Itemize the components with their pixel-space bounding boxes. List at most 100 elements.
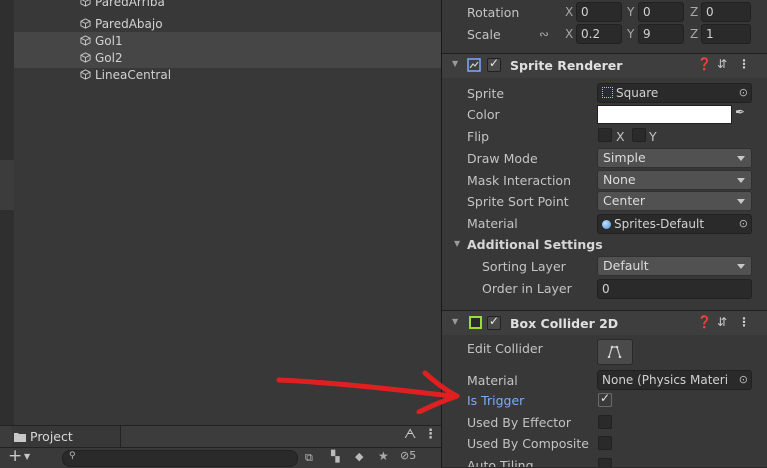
object-picker-icon[interactable]: ⊙: [739, 215, 748, 233]
mask-interaction-value: None: [603, 172, 636, 187]
dropdown-arrow-icon: [737, 178, 745, 183]
search-icon: ⚲: [69, 451, 76, 461]
filter-by-type-icon[interactable]: ⧉: [305, 451, 313, 465]
sprite-object-field[interactable]: Square ⊙: [597, 83, 752, 103]
dropdown-arrow-icon: [737, 199, 745, 204]
sprite-value: Square: [616, 86, 659, 100]
annotation-arrow: [276, 370, 460, 414]
sprite-asset-icon: [602, 87, 613, 98]
scale-z-field[interactable]: 1: [701, 24, 751, 44]
rotation-y-field[interactable]: 0: [638, 2, 684, 22]
hierarchy-item-label: Gol2: [95, 51, 123, 65]
sorting-layer-label: Sorting Layer: [482, 259, 566, 274]
tag-icon[interactable]: ◆: [355, 450, 363, 463]
rotation-x-field[interactable]: 0: [576, 2, 622, 22]
project-search-input[interactable]: ⚲: [62, 450, 298, 467]
presets-sliders-icon[interactable]: ⇵: [717, 57, 727, 71]
is-trigger-label: Is Trigger: [467, 393, 525, 408]
dropdown-arrow-icon: [737, 156, 745, 161]
hidden-packages-eye-icon[interactable]: ⊘5: [400, 449, 416, 462]
additional-settings-foldout[interactable]: Additional Settings: [467, 237, 603, 252]
star-icon[interactable]: ★: [378, 449, 389, 463]
hierarchy-item-label: ParedAbajo: [95, 17, 163, 31]
inspector-panel: Rotation X 0 Y 0 Z 0 Scale ∾ X 0.2 Y 9 Z…: [442, 0, 767, 467]
axis-x-label: X: [565, 27, 574, 41]
material-label: Material: [467, 216, 518, 231]
sorting-layer-dropdown[interactable]: Default: [597, 256, 752, 276]
kebab-menu-icon[interactable]: ⋮: [738, 57, 750, 71]
used-by-effector-checkbox[interactable]: [598, 415, 612, 429]
checkmark-icon: ✓: [600, 391, 611, 405]
box-collider-enabled-checkbox[interactable]: ✓: [487, 314, 501, 330]
chevron-down-icon[interactable]: ▼: [24, 452, 30, 461]
rotation-z-field[interactable]: 0: [701, 2, 751, 22]
used-by-effector-label: Used By Effector: [467, 415, 571, 430]
collider-material-value: None (Physics Materi: [602, 373, 729, 387]
color-swatch[interactable]: [597, 105, 732, 124]
mask-interaction-label: Mask Interaction: [467, 173, 571, 188]
tab-project[interactable]: Project: [12, 426, 121, 447]
sprite-sort-point-dropdown[interactable]: Center: [597, 191, 752, 211]
used-by-composite-checkbox[interactable]: [598, 436, 612, 450]
flip-y-checkbox[interactable]: [632, 128, 646, 142]
order-in-layer-field[interactable]: 0: [597, 279, 752, 299]
lock-icon[interactable]: ᗅ: [404, 427, 416, 442]
constrain-proportions-link-icon[interactable]: ∾: [539, 27, 549, 41]
sorting-layer-value: Default: [603, 258, 649, 273]
edit-collider-button[interactable]: [597, 339, 633, 365]
axis-x-label: X: [565, 5, 574, 19]
order-in-layer-label: Order in Layer: [482, 281, 572, 296]
flip-label: Flip: [467, 129, 490, 144]
eyedropper-icon[interactable]: ✒: [735, 105, 745, 119]
hierarchy-item[interactable]: Gol2: [80, 50, 123, 66]
object-picker-icon[interactable]: ⊙: [736, 371, 748, 389]
kebab-menu-icon[interactable]: ⋮: [738, 315, 750, 329]
hierarchy-item[interactable]: ParedAbajo: [80, 16, 163, 32]
hierarchy-gutter-highlight: [0, 160, 14, 210]
flip-y-label: Y: [649, 129, 657, 144]
checkmark-icon: ✓: [489, 56, 500, 70]
sprite-label: Sprite: [467, 86, 505, 101]
collider-material-field[interactable]: None (Physics Materi ⊙: [597, 370, 752, 390]
sprite-renderer-enabled-checkbox[interactable]: ✓: [487, 56, 501, 72]
scale-y-field[interactable]: 9: [638, 24, 684, 44]
draw-mode-value: Simple: [603, 150, 646, 165]
used-by-composite-label: Used By Composite: [467, 436, 589, 451]
gameobject-cube-icon: [80, 52, 91, 63]
auto-tiling-label: Auto Tiling: [467, 458, 534, 467]
box-collider-title: Box Collider 2D: [510, 316, 619, 331]
object-picker-icon[interactable]: ⊙: [739, 84, 748, 102]
sprite-renderer-icon: [467, 58, 481, 72]
foldout-arrow-icon[interactable]: ▼: [452, 59, 458, 68]
hierarchy-item[interactable]: LineaCentral: [80, 67, 171, 83]
hierarchy-item-label: ParedArriba: [95, 0, 165, 9]
help-icon[interactable]: ❓: [697, 57, 712, 71]
presets-sliders-icon[interactable]: ⇵: [717, 315, 727, 329]
draw-mode-label: Draw Mode: [467, 151, 538, 166]
rotation-label: Rotation: [467, 5, 520, 20]
collider-material-label: Material: [467, 373, 518, 388]
kebab-menu-icon[interactable]: ⋮: [424, 427, 437, 442]
material-object-field[interactable]: Sprites-Default ⊙: [597, 214, 752, 234]
auto-tiling-checkbox[interactable]: [598, 458, 612, 467]
axis-z-label: Z: [690, 27, 699, 41]
material-sphere-icon: [602, 220, 611, 229]
hierarchy-item-label: Gol1: [95, 34, 123, 48]
sprite-sort-point-value: Center: [603, 193, 646, 208]
flip-x-checkbox[interactable]: [598, 128, 612, 142]
foldout-arrow-icon[interactable]: ▼: [452, 317, 458, 326]
add-plus-icon[interactable]: +: [8, 446, 22, 466]
scale-x-field[interactable]: 0.2: [576, 24, 622, 44]
is-trigger-checkbox[interactable]: ✓: [598, 391, 612, 407]
filter-by-label-icon[interactable]: ▚: [331, 450, 339, 463]
help-icon[interactable]: ❓: [697, 315, 712, 329]
hierarchy-item[interactable]: Gol1: [80, 33, 123, 49]
mask-interaction-dropdown[interactable]: None: [597, 170, 752, 190]
foldout-arrow-icon[interactable]: ▼: [454, 239, 460, 248]
axis-y-label: Y: [627, 27, 635, 41]
hierarchy-item[interactable]: ParedArriba: [80, 0, 165, 10]
material-value: Sprites-Default: [614, 217, 705, 231]
draw-mode-dropdown[interactable]: Simple: [597, 148, 752, 168]
edit-collider-shape-icon: [607, 345, 622, 358]
hierarchy-gutter: [0, 0, 14, 425]
